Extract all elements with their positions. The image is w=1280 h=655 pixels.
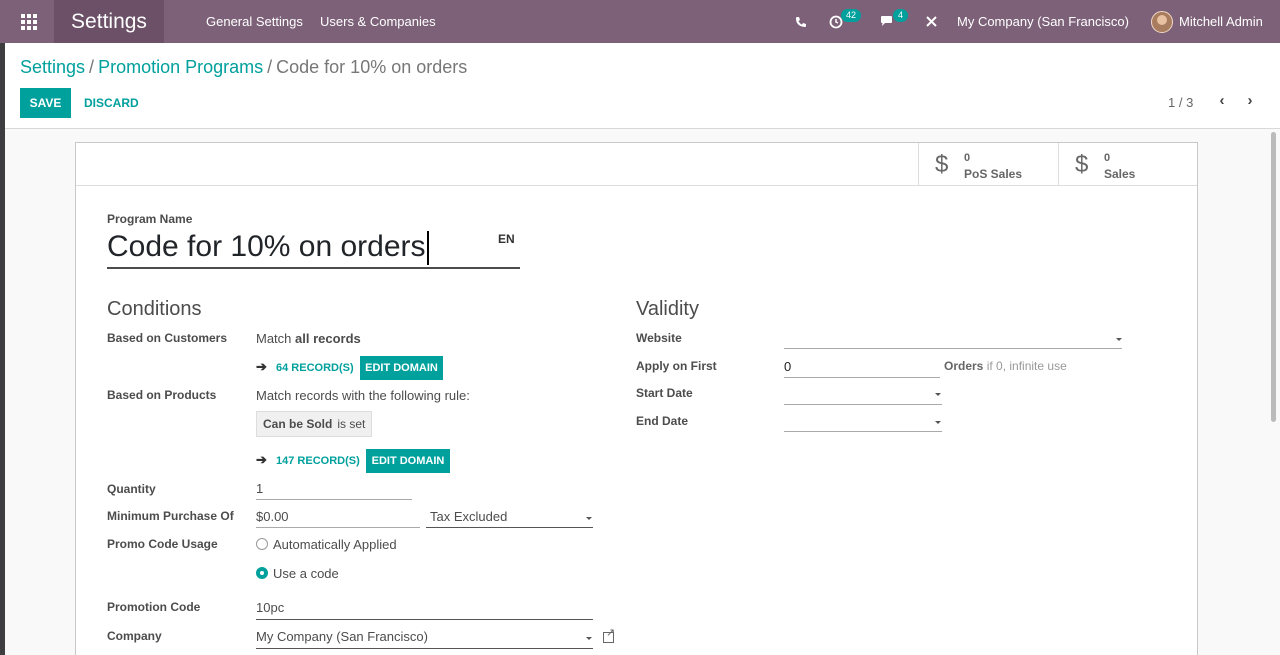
menu-users-companies[interactable]: Users & Companies bbox=[320, 14, 436, 29]
program-name-input[interactable]: Code for 10% on orders bbox=[107, 229, 520, 269]
sales-label: Sales bbox=[1104, 167, 1136, 181]
program-name-value: Code for 10% on orders bbox=[107, 230, 426, 263]
phone-icon[interactable] bbox=[795, 0, 807, 43]
customers-match-text: Match all records bbox=[256, 331, 361, 346]
products-records-link[interactable]: 147 RECORD(S) bbox=[276, 455, 360, 467]
chevron-down-icon bbox=[586, 517, 592, 520]
apps-grid-icon bbox=[21, 13, 37, 30]
left-edge-panel bbox=[0, 43, 5, 655]
domain-rule-tag[interactable]: Can be Sold is set bbox=[256, 411, 373, 437]
sales-count: 0 bbox=[1104, 152, 1111, 164]
website-label: Website bbox=[636, 331, 682, 345]
quantity-label: Quantity bbox=[107, 482, 156, 496]
apps-menu-button[interactable] bbox=[8, 0, 50, 43]
pos-sales-count: 0 bbox=[964, 152, 971, 164]
chevron-down-icon bbox=[935, 421, 941, 424]
promotion-code-input[interactable]: 10pc bbox=[256, 600, 593, 620]
menu-general-settings[interactable]: General Settings bbox=[206, 14, 303, 29]
validity-title: Validity bbox=[636, 298, 699, 320]
form-sheet: $ 0 PoS Sales $ 0 Sales Program Name Cod… bbox=[75, 142, 1198, 655]
user-name: Mitchell Admin bbox=[1179, 14, 1263, 29]
breadcrumb-separator: / bbox=[267, 57, 273, 77]
discard-button[interactable]: DISCARD bbox=[84, 96, 139, 110]
external-link-icon[interactable] bbox=[603, 626, 615, 643]
minimum-purchase-label: Minimum Purchase Of bbox=[107, 509, 234, 523]
quantity-input[interactable]: 1 bbox=[256, 481, 412, 500]
end-date-input[interactable] bbox=[784, 412, 942, 432]
pos-sales-label: PoS Sales bbox=[964, 167, 1023, 181]
breadcrumb-promotion-programs[interactable]: Promotion Programs bbox=[98, 57, 263, 77]
scrollbar[interactable] bbox=[1271, 132, 1276, 422]
breadcrumb: Settings / Promotion Programs / Code for 10%… bbox=[20, 57, 467, 78]
breadcrumb-separator: / bbox=[89, 57, 95, 77]
pager-next-icon[interactable]: › bbox=[1243, 93, 1257, 109]
promo-code-usage-label: Promo Code Usage bbox=[107, 537, 218, 551]
pos-sales-button[interactable]: $ 0 PoS Sales bbox=[918, 143, 1058, 185]
debug-tools-icon[interactable] bbox=[925, 0, 938, 43]
top-navbar: Settings General Settings Users & Compan… bbox=[0, 0, 1280, 43]
radio-use-a-code[interactable] bbox=[256, 567, 268, 579]
sales-button[interactable]: $ 0 Sales bbox=[1058, 143, 1198, 185]
program-name-label: Program Name bbox=[107, 212, 193, 226]
company-select[interactable]: My Company (San Francisco) bbox=[256, 629, 593, 649]
app-brand[interactable]: Settings bbox=[54, 0, 164, 43]
dollar-icon: $ bbox=[935, 151, 949, 178]
end-date-label: End Date bbox=[636, 414, 689, 428]
arrow-right-icon: ➔ bbox=[256, 452, 267, 467]
text-cursor bbox=[426, 231, 429, 266]
conditions-title: Conditions bbox=[107, 298, 202, 320]
chevron-down-icon bbox=[935, 393, 941, 396]
company-label: Company bbox=[107, 629, 162, 643]
option-use-a-code[interactable]: Use a code bbox=[273, 566, 339, 581]
start-date-input[interactable] bbox=[784, 385, 942, 405]
customers-records-link[interactable]: 64 RECORD(S) bbox=[276, 362, 354, 374]
apply-on-first-label: Apply on First bbox=[636, 359, 717, 373]
minimum-purchase-input[interactable]: $0.00 bbox=[256, 509, 420, 528]
based-on-products-label: Based on Products bbox=[107, 388, 217, 402]
arrow-right-icon: ➔ bbox=[256, 359, 267, 374]
message-count-badge: 4 bbox=[893, 9, 909, 22]
chevron-down-icon bbox=[586, 637, 592, 640]
avatar bbox=[1151, 10, 1173, 33]
breadcrumb-settings[interactable]: Settings bbox=[20, 57, 85, 77]
radio-automatically-applied[interactable] bbox=[256, 538, 268, 550]
messaging-menu[interactable]: 4 bbox=[880, 0, 910, 43]
breadcrumb-current: Code for 10% on orders bbox=[276, 57, 468, 77]
company-switcher[interactable]: My Company (San Francisco) bbox=[957, 14, 1129, 29]
start-date-label: Start Date bbox=[636, 386, 693, 400]
tax-mode-select[interactable]: Tax Excluded bbox=[426, 509, 593, 528]
activity-count-badge: 42 bbox=[841, 9, 862, 22]
website-select[interactable] bbox=[784, 329, 1122, 349]
based-on-customers-label: Based on Customers bbox=[107, 331, 228, 345]
pager-value[interactable]: 1 / 3 bbox=[1168, 95, 1193, 110]
control-panel: Settings / Promotion Programs / Code for 10%… bbox=[5, 43, 1280, 129]
products-edit-domain-button[interactable]: EDIT DOMAIN bbox=[366, 449, 450, 473]
chevron-down-icon bbox=[1116, 338, 1122, 341]
promotion-code-label: Promotion Code bbox=[107, 600, 201, 614]
customers-edit-domain-button[interactable]: EDIT DOMAIN bbox=[360, 356, 443, 380]
activity-menu[interactable]: 42 bbox=[829, 0, 863, 43]
dollar-icon: $ bbox=[1075, 151, 1089, 178]
smart-button-box: $ 0 PoS Sales $ 0 Sales bbox=[76, 143, 1197, 186]
user-menu[interactable]: Mitchell Admin bbox=[1151, 0, 1263, 43]
pager-previous-icon[interactable]: ‹ bbox=[1215, 93, 1229, 109]
save-button[interactable]: SAVE bbox=[20, 88, 71, 118]
option-automatically-applied[interactable]: Automatically Applied bbox=[273, 537, 397, 552]
language-button[interactable]: EN bbox=[498, 232, 515, 246]
apply-on-first-input[interactable]: 0 bbox=[784, 359, 940, 378]
orders-hint: Orders if 0, infinite use bbox=[944, 359, 1067, 373]
products-rule-text: Match records with the following rule: bbox=[256, 388, 470, 403]
